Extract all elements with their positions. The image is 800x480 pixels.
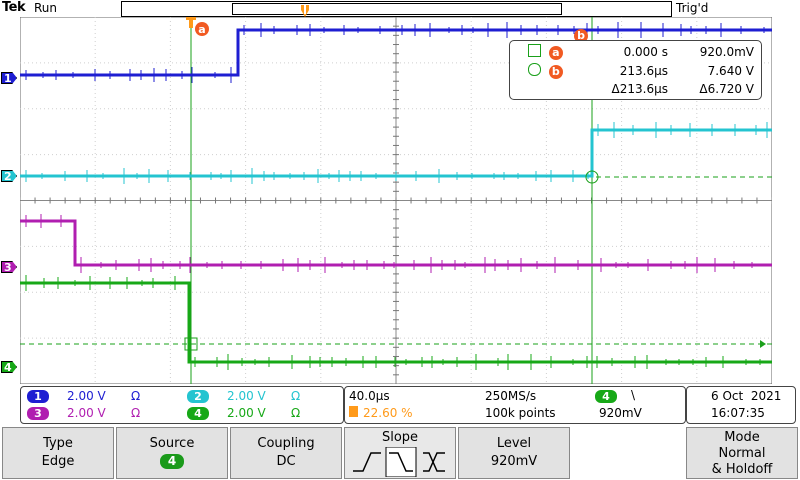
cursor-a-handle-icon[interactable]: a <box>185 15 211 45</box>
ohm-icon: Ω <box>131 389 141 403</box>
menu-level-title: Level <box>496 436 532 451</box>
cursor-b-row: b <box>528 63 563 79</box>
cursor-a-value: 920.0mV <box>699 45 754 59</box>
slope-falling-icon[interactable] <box>385 447 417 477</box>
sample-rate: 250MS/s <box>485 389 537 403</box>
trigger-source-badge[interactable]: 4 <box>595 390 617 403</box>
ch2-badge[interactable]: 2 <box>187 390 209 403</box>
trigger-level-readout: 920mV <box>599 406 642 420</box>
cursor-delta-value: Δ6.720 V <box>699 82 754 96</box>
cursor-b-time: 213.6µs <box>619 64 668 78</box>
cursor-readout-panel[interactable]: a 0.000 s 920.0mV b 213.6µs 7.640 V Δ213… <box>509 40 762 100</box>
menu-coupling-button[interactable]: Coupling DC <box>230 427 342 479</box>
ch4-ground-marker[interactable]: 4 <box>1 361 17 373</box>
menu-mode-title: Mode <box>724 430 760 445</box>
cursor-a-time: 0.000 s <box>623 45 668 59</box>
cursor-b-handle-icon[interactable]: b <box>574 24 588 43</box>
menu-level-value: 920mV <box>490 454 538 469</box>
timebase-scale: 40.0µs <box>349 389 390 403</box>
cursor-delta-time: Δ213.6µs <box>611 82 668 96</box>
date-display: 6 Oct 2021 <box>711 389 782 403</box>
ohm-icon: Ω <box>291 389 301 403</box>
menu-source-value: 4 <box>159 454 185 469</box>
cursor-b-value: 7.640 V <box>707 64 754 78</box>
menu-type-button[interactable]: Type Edge <box>2 427 114 479</box>
cursor-a-badge: a <box>548 46 563 60</box>
ch4-badge[interactable]: 4 <box>187 407 209 420</box>
trigger-position-icon <box>349 406 358 417</box>
slope-rising-icon[interactable] <box>353 452 381 472</box>
record-length: 100k points <box>485 406 556 420</box>
trigger-status: Trig'd <box>676 1 709 15</box>
menu-mode-button[interactable]: Mode Normal & Holdoff <box>686 427 798 479</box>
datetime-panel: 6 Oct 2021 16:07:35 <box>686 386 796 424</box>
ch2-ground-marker[interactable]: 2 <box>1 170 17 182</box>
ch1-scale: 2.00 V <box>67 389 106 403</box>
trigger-slope-icon: \ <box>631 388 636 402</box>
ch1-ground-marker[interactable]: 1 <box>1 72 17 84</box>
ch3-badge[interactable]: 3 <box>27 407 49 420</box>
cursor-a-row: a <box>528 44 563 60</box>
ohm-icon: Ω <box>291 406 301 420</box>
time-display: 16:07:35 <box>711 406 765 420</box>
menu-slope-button[interactable]: Slope <box>344 427 456 479</box>
ohm-icon: Ω <box>131 406 141 420</box>
channel-scale-panel[interactable]: 1 2.00 V Ω 2 2.00 V Ω 3 2.00 V Ω 4 2.00 … <box>20 386 344 424</box>
menu-source-button[interactable]: Source 4 <box>116 427 228 479</box>
ch3-scale: 2.00 V <box>67 406 106 420</box>
ch1-badge[interactable]: 1 <box>27 390 49 403</box>
circle-cursor-icon <box>528 63 541 76</box>
record-view-window[interactable] <box>232 3 562 15</box>
ch3-ground-marker[interactable]: 3 <box>1 261 17 273</box>
svg-text:a: a <box>198 23 205 36</box>
cursor-b-badge: b <box>548 65 563 79</box>
brand-logo: Tek <box>2 0 26 15</box>
acquisition-state: Run <box>34 1 58 15</box>
menu-source-title: Source <box>149 436 195 451</box>
ch2-scale: 2.00 V <box>227 389 266 403</box>
menu-coupling-value: DC <box>276 454 296 469</box>
acquisition-panel[interactable]: 40.0µs 22.60 % 250MS/s 100k points 4 \ 9… <box>344 386 686 424</box>
menu-level-button[interactable]: Level 920mV <box>458 427 570 479</box>
menu-mode-value-2: & Holdoff <box>711 462 773 477</box>
slope-either-icon[interactable] <box>423 452 445 472</box>
menu-coupling-title: Coupling <box>257 436 315 451</box>
menu-type-title: Type <box>43 436 73 451</box>
trigger-position-marker-icon <box>301 2 309 17</box>
ch4-scale: 2.00 V <box>227 406 266 420</box>
menu-slope-title: Slope <box>381 430 419 445</box>
menu-type-value: Edge <box>41 454 75 469</box>
trigger-position: 22.60 % <box>363 406 413 420</box>
menu-mode-value-1: Normal <box>718 446 766 461</box>
square-cursor-icon <box>528 44 541 57</box>
